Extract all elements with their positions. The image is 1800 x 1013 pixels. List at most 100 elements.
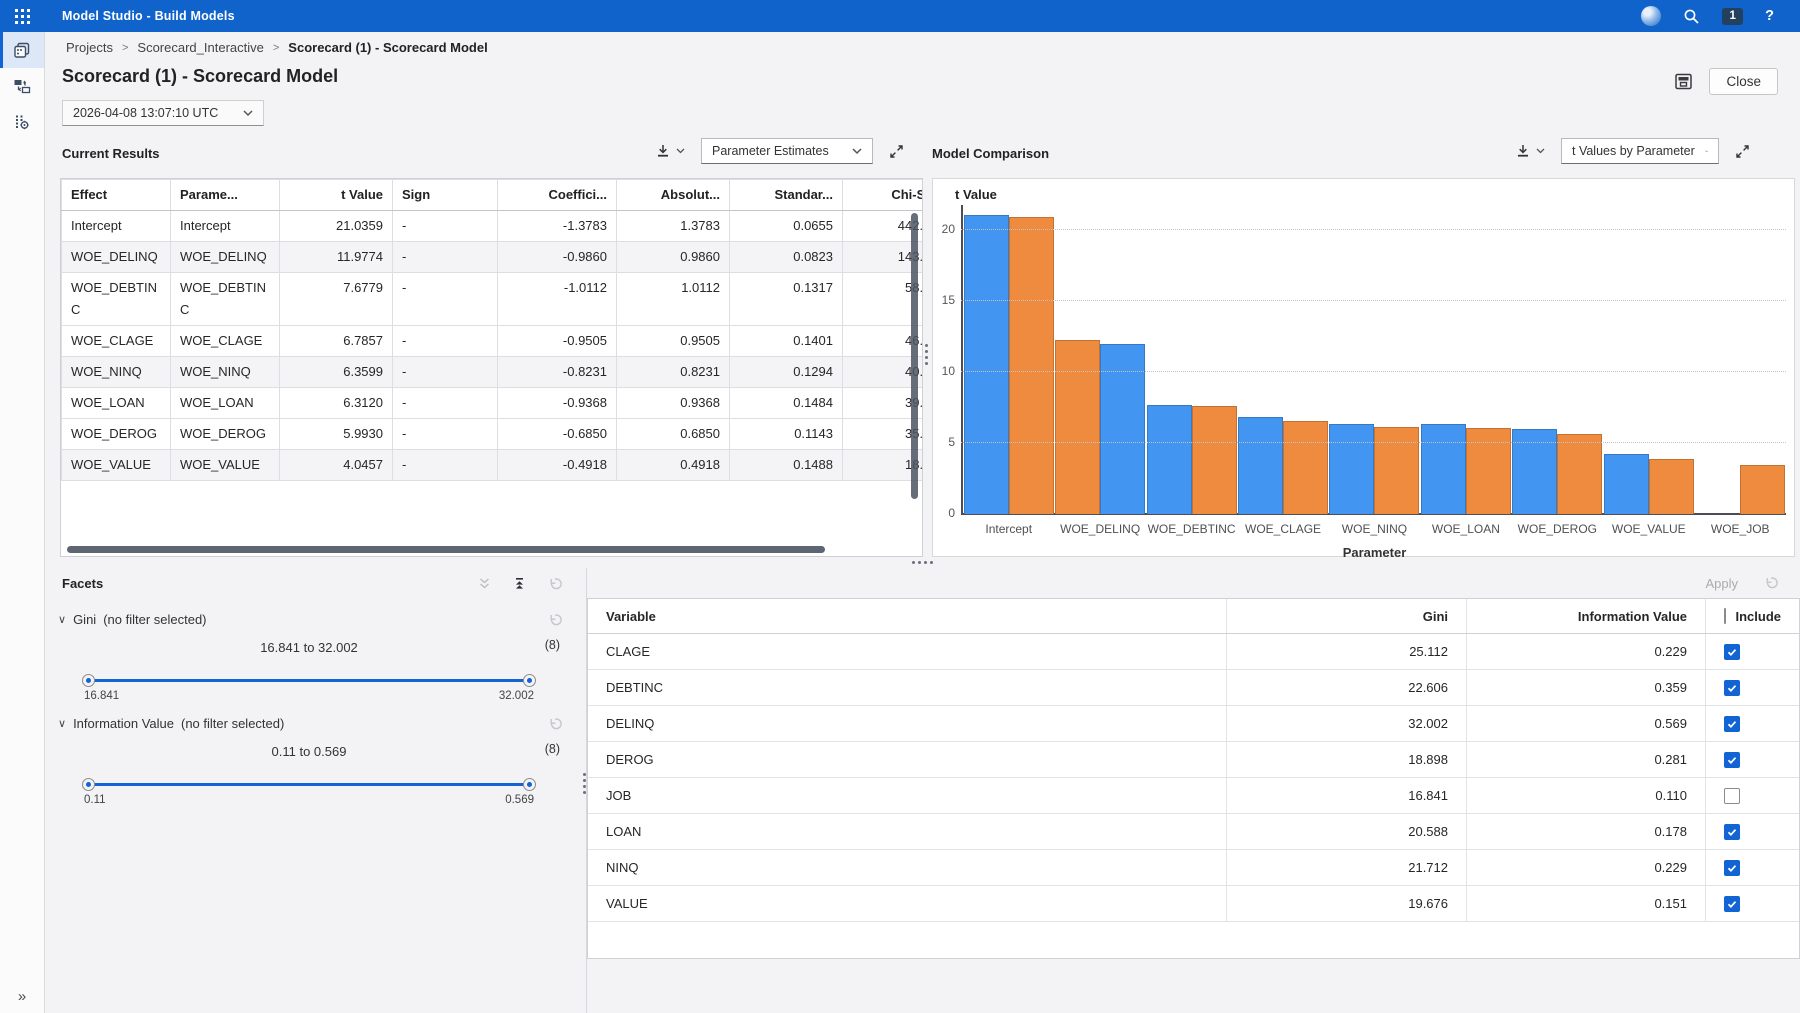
include-checkbox[interactable]: [1724, 644, 1740, 660]
table-row[interactable]: WOE_NINQWOE_NINQ6.3599--0.82310.82310.12…: [62, 357, 924, 388]
table-row[interactable]: WOE_DEROGWOE_DEROG5.9930--0.68500.68500.…: [62, 419, 924, 450]
breadcrumb-project-name[interactable]: Scorecard_Interactive: [137, 40, 263, 55]
breadcrumb-projects[interactable]: Projects: [66, 40, 113, 55]
table-cell: -: [393, 357, 498, 388]
bar-Intercept[interactable]: [1009, 217, 1054, 514]
reset-icon[interactable]: [548, 577, 562, 591]
sas-sphere-icon[interactable]: [1641, 6, 1661, 26]
col-variable[interactable]: Variable: [588, 599, 1227, 634]
column-header[interactable]: Parame...: [171, 180, 280, 211]
rail-item-pipeline[interactable]: [0, 68, 44, 104]
table-row[interactable]: WOE_DEBTINCWOE_DEBTINC7.6779--1.01121.01…: [62, 273, 924, 326]
bar-Intercept[interactable]: [964, 215, 1009, 514]
slider-handle-max[interactable]: [523, 778, 536, 791]
slider-track[interactable]: [84, 783, 534, 786]
include-all-checkbox[interactable]: [1724, 608, 1726, 624]
table-row[interactable]: WOE_DELINQWOE_DELINQ11.9774--0.98600.986…: [62, 242, 924, 273]
sidebar-collapse-icon[interactable]: »: [0, 988, 44, 1005]
bar-WOE_CLAGE[interactable]: [1238, 417, 1283, 514]
facets-panel: Facets: [44, 568, 587, 1013]
chevron-down-icon[interactable]: ∨: [58, 613, 66, 626]
gridline: [961, 229, 1786, 230]
summary-table-icon[interactable]: [1672, 70, 1695, 93]
slider-handle-min[interactable]: [82, 674, 95, 687]
bar-WOE_CLAGE[interactable]: [1283, 421, 1328, 514]
reset-icon[interactable]: [1764, 576, 1778, 590]
run-timestamp-select[interactable]: 2026-04-08 13:07:10 UTC: [62, 100, 264, 126]
slider-track[interactable]: [84, 679, 534, 682]
current-results-view-select[interactable]: Parameter Estimates: [701, 138, 873, 164]
help-icon[interactable]: ?: [1765, 8, 1774, 24]
expand-all-icon[interactable]: [478, 577, 491, 590]
bar-WOE_DEBTINC[interactable]: [1192, 406, 1237, 514]
variable-row-job[interactable]: JOB16.8410.110: [588, 778, 1799, 814]
variable-row-debtinc[interactable]: DEBTINC22.6060.359: [588, 670, 1799, 706]
column-header[interactable]: Effect: [62, 180, 171, 211]
app-launcher-icon[interactable]: [0, 0, 44, 32]
collapse-all-icon[interactable]: [513, 577, 526, 590]
notification-badge[interactable]: 1: [1722, 8, 1743, 25]
variable-row-clage[interactable]: CLAGE25.1120.229: [588, 634, 1799, 670]
bar-WOE_VALUE[interactable]: [1649, 459, 1694, 514]
table-row[interactable]: WOE_LOANWOE_LOAN6.3120--0.93680.93680.14…: [62, 388, 924, 419]
bar-WOE_NINQ[interactable]: [1374, 427, 1419, 514]
model-comparison-view-select[interactable]: t Values by Parameter: [1561, 138, 1719, 164]
include-checkbox[interactable]: [1724, 824, 1740, 840]
variable-include-cell: [1706, 670, 1800, 706]
bar-WOE_LOAN[interactable]: [1421, 424, 1466, 514]
col-information-value[interactable]: Information Value: [1467, 599, 1706, 634]
reset-icon[interactable]: [548, 717, 562, 731]
horizontal-splitter-handle[interactable]: [912, 561, 933, 564]
slider-handle-min[interactable]: [82, 778, 95, 791]
search-icon[interactable]: [1683, 8, 1700, 25]
variable-row-derog[interactable]: DEROG18.8980.281: [588, 742, 1799, 778]
include-checkbox[interactable]: [1724, 752, 1740, 768]
column-header[interactable]: Coeffici...: [498, 180, 617, 211]
table-row[interactable]: InterceptIntercept21.0359--1.37831.37830…: [62, 211, 924, 242]
horizontal-scrollbar[interactable]: [67, 546, 825, 553]
maximize-icon[interactable]: [1735, 144, 1750, 159]
vertical-splitter-handle[interactable]: [583, 773, 586, 794]
table-row[interactable]: WOE_CLAGEWOE_CLAGE6.7857--0.95050.95050.…: [62, 326, 924, 357]
include-checkbox[interactable]: [1724, 896, 1740, 912]
variable-row-value[interactable]: VALUE19.6760.151: [588, 886, 1799, 922]
bar-WOE_DEBTINC[interactable]: [1147, 405, 1192, 514]
apply-button[interactable]: Apply: [1699, 575, 1744, 592]
chevron-down-icon[interactable]: ∨: [58, 717, 66, 730]
facet-label[interactable]: Gini: [73, 612, 96, 627]
column-header[interactable]: t Value: [280, 180, 393, 211]
variable-row-ninq[interactable]: NINQ21.7120.229: [588, 850, 1799, 886]
bar-WOE_NINQ[interactable]: [1329, 424, 1374, 514]
column-header[interactable]: Absolut...: [617, 180, 730, 211]
facet-label[interactable]: Information Value: [73, 716, 174, 731]
bar-WOE_JOB[interactable]: [1740, 465, 1785, 514]
variable-row-delinq[interactable]: DELINQ32.0020.569: [588, 706, 1799, 742]
rail-item-data-settings[interactable]: [0, 104, 44, 140]
y-tick-label: 20: [935, 222, 955, 236]
bar-WOE_DELINQ[interactable]: [1055, 340, 1100, 514]
close-button[interactable]: Close: [1709, 68, 1778, 95]
download-menu-button[interactable]: [1515, 143, 1545, 159]
column-header[interactable]: Standar...: [730, 180, 843, 211]
reset-icon[interactable]: [548, 613, 562, 627]
download-menu-button[interactable]: [655, 143, 685, 159]
column-header[interactable]: Sign: [393, 180, 498, 211]
bar-WOE_DELINQ[interactable]: [1100, 344, 1145, 514]
slider-handle-max[interactable]: [523, 674, 536, 687]
include-checkbox[interactable]: [1724, 788, 1740, 804]
include-checkbox[interactable]: [1724, 860, 1740, 876]
table-row[interactable]: WOE_VALUEWOE_VALUE4.0457--0.49180.49180.…: [62, 450, 924, 481]
col-gini[interactable]: Gini: [1227, 599, 1467, 634]
column-header[interactable]: Chi-Squ...: [843, 180, 924, 211]
variable-row-loan[interactable]: LOAN20.5880.178: [588, 814, 1799, 850]
bar-WOE_VALUE[interactable]: [1604, 454, 1649, 514]
maximize-icon[interactable]: [889, 144, 904, 159]
include-checkbox[interactable]: [1724, 716, 1740, 732]
gridline: [961, 442, 1786, 443]
rail-item-results[interactable]: [0, 32, 44, 68]
x-tick-label: WOE_LOAN: [1420, 522, 1511, 536]
vertical-scrollbar[interactable]: [911, 213, 918, 499]
vertical-splitter-handle[interactable]: [925, 344, 928, 365]
include-checkbox[interactable]: [1724, 680, 1740, 696]
bar-WOE_DEROG[interactable]: [1557, 434, 1602, 514]
